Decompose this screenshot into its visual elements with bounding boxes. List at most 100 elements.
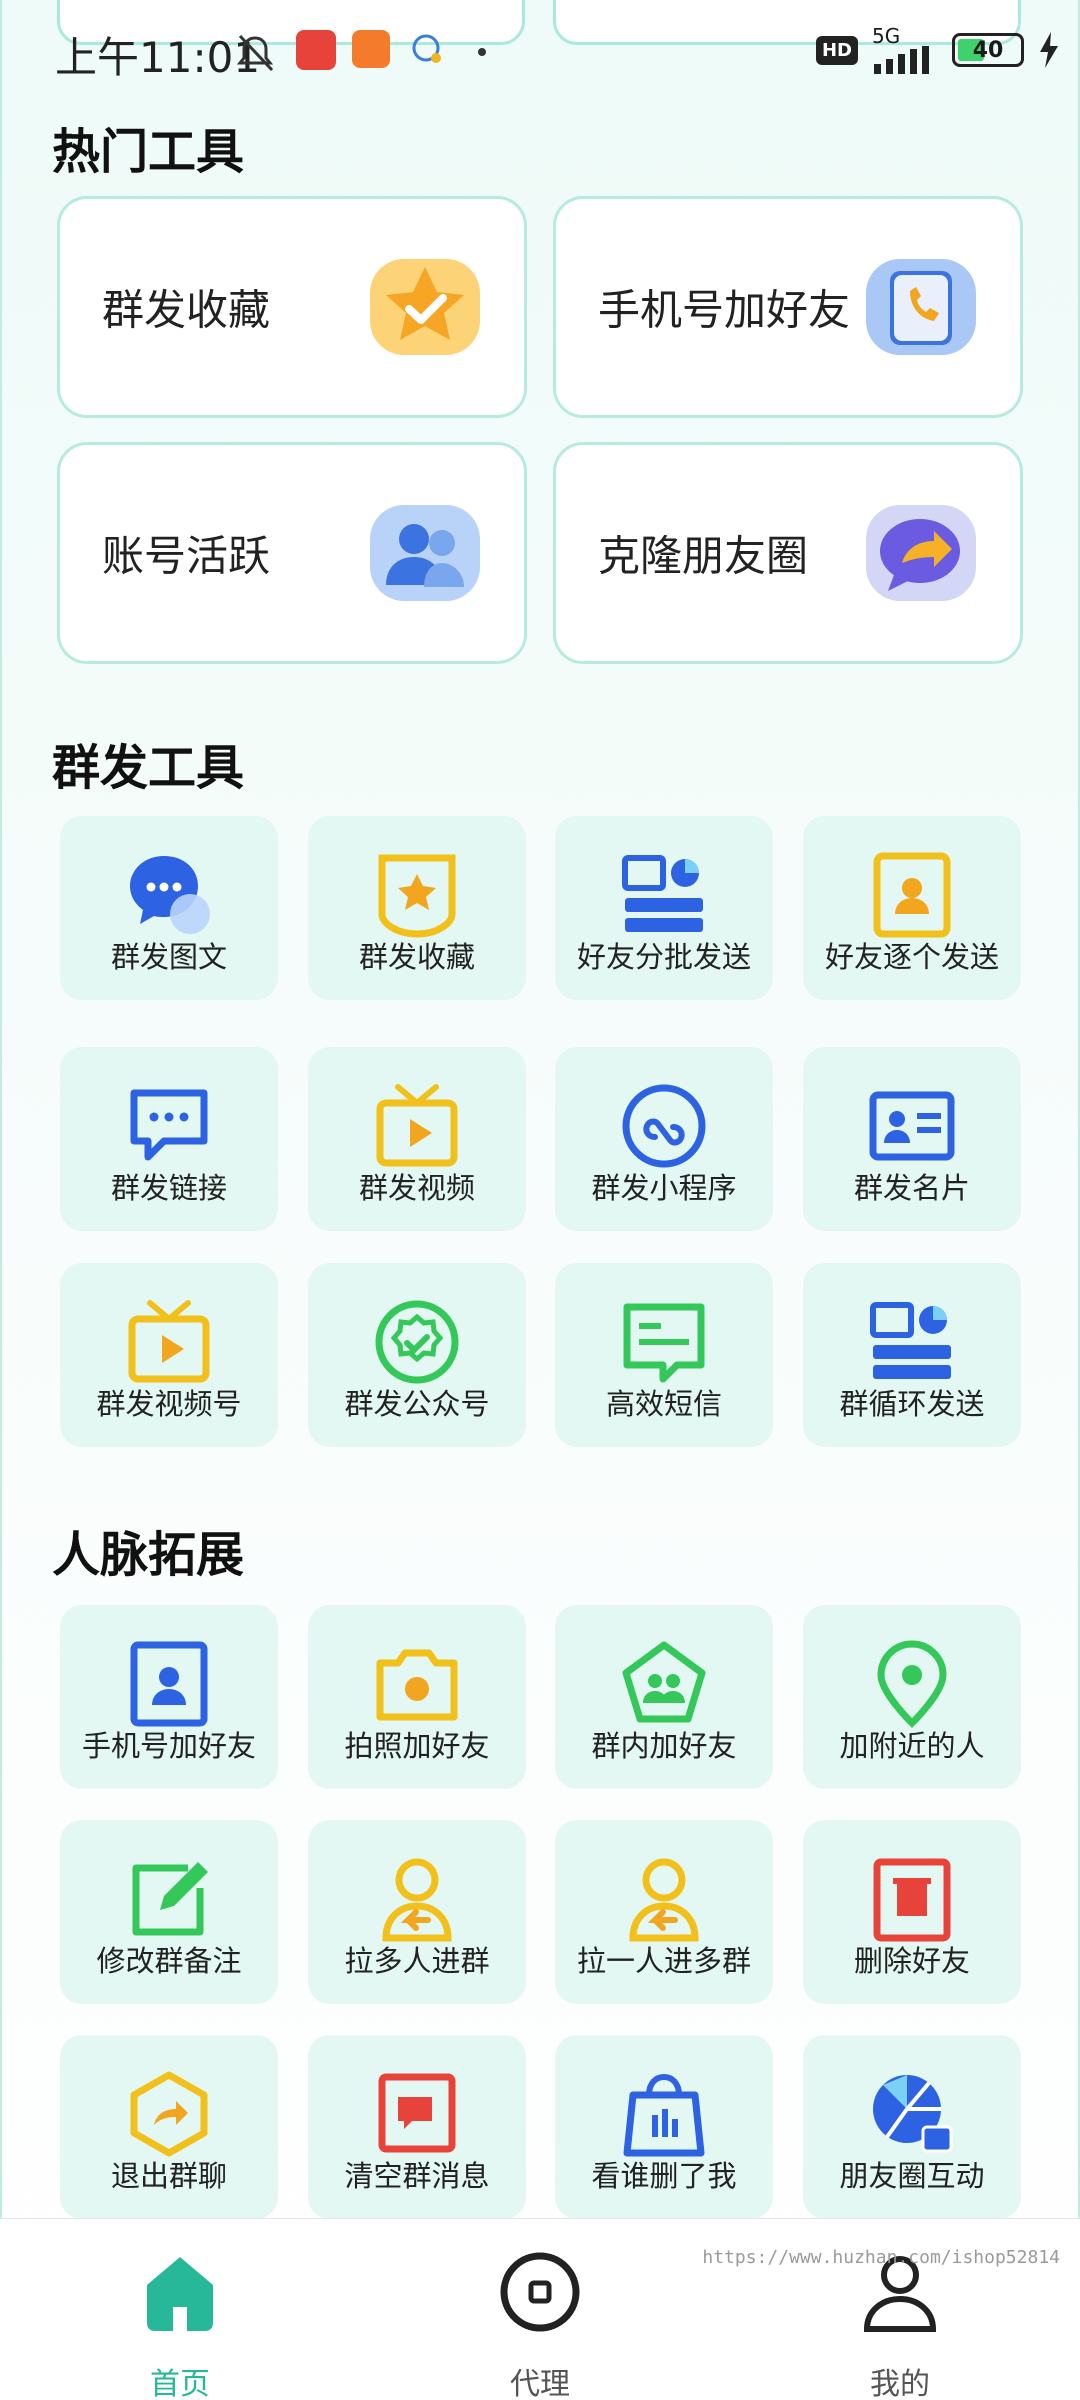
moments-icon [873, 2075, 953, 2153]
exit-hexagon-icon [130, 2071, 208, 2157]
tool-label: 群发视频号 [96, 1387, 242, 1421]
hot-tool-label: 群发收藏 [102, 285, 271, 335]
tool-mass-favorites[interactable]: 群发收藏 [308, 816, 526, 1000]
tool-label: 拉一人进多群 [576, 1944, 751, 1978]
tool-label: 群发名片 [853, 1171, 970, 1205]
hot-tool-account-active[interactable]: 账号活跃 [57, 442, 527, 664]
star-badge-icon [378, 854, 456, 938]
tool-group-add-friend[interactable]: 群内加好友 [555, 1605, 773, 1789]
tool-label: 高效短信 [605, 1387, 722, 1421]
agent-icon [500, 2252, 580, 2332]
hot-tool-label: 账号活跃 [102, 531, 271, 581]
tool-mass-official-account[interactable]: 群发公众号 [308, 1263, 526, 1447]
nav-label: 首页 [150, 2367, 210, 2400]
status-right: HD 5G 40 [815, 26, 1060, 74]
tool-label: 退出群聊 [110, 2159, 227, 2193]
more-dot-icon [478, 48, 486, 56]
bottom-nav: 首页 代理 我的 https://www.huzhan.com/ishop528… [0, 2218, 1080, 2400]
tool-mass-video[interactable]: 群发视频 [308, 1047, 526, 1231]
tool-delete-friend[interactable]: 删除好友 [803, 1820, 1021, 2004]
tool-label: 群发收藏 [358, 940, 475, 974]
trash-icon [873, 1858, 951, 1942]
tool-label: 群发公众号 [344, 1387, 490, 1421]
tool-label: 修改群备注 [96, 1944, 242, 1978]
camera-icon [376, 1649, 458, 1721]
tool-clear-group-messages[interactable]: 清空群消息 [308, 2035, 526, 2219]
tool-mass-mini-program[interactable]: 群发小程序 [555, 1047, 773, 1231]
tool-label: 拉多人进群 [344, 1944, 490, 1978]
chat-bubbles-icon [130, 856, 210, 934]
battery-indicator: 40 [952, 33, 1024, 67]
link-message-icon [130, 1089, 208, 1161]
sms-icon [623, 1303, 705, 1383]
tool-label: 手机号加好友 [81, 1729, 256, 1763]
chat-notification-icon [412, 34, 441, 63]
status-bar: 上午11:01 HD 5G 40 [0, 0, 1080, 110]
shopping-bag-icon [623, 2073, 705, 2157]
tool-label: 好友逐个发送 [824, 940, 999, 974]
section-title-hot-tools: 热门工具 [52, 124, 245, 180]
network-type: 5G [872, 24, 901, 48]
pull-one-icon [629, 1858, 699, 1942]
edit-icon [132, 1862, 208, 1936]
phone-book-icon [866, 259, 976, 355]
nav-home[interactable]: 首页 [80, 2247, 280, 2400]
hot-tool-label: 手机号加好友 [598, 285, 851, 335]
tool-photo-add-friend[interactable]: 拍照加好友 [308, 1605, 526, 1789]
app-notification-icon [296, 30, 336, 70]
tool-pull-many-into-group[interactable]: 拉多人进群 [308, 1820, 526, 2004]
loop-send-icon [870, 1302, 951, 1379]
nav-mine[interactable]: 我的 [800, 2247, 1000, 2400]
share-bubble-icon [866, 505, 976, 601]
tool-who-deleted-me[interactable]: 看谁删了我 [555, 2035, 773, 2219]
tool-group-loop-send[interactable]: 群循环发送 [803, 1263, 1021, 1447]
tool-pull-one-into-many[interactable]: 拉一人进多群 [555, 1820, 773, 2004]
hot-tool-clone-moments[interactable]: 克隆朋友圈 [553, 442, 1023, 664]
hd-badge: HD [815, 35, 858, 65]
mini-program-icon [622, 1084, 706, 1168]
group-pentagon-icon [622, 1641, 706, 1723]
watermark: https://www.huzhan.com/ishop52814 [702, 2247, 1060, 2268]
signal-bars-icon [874, 46, 929, 74]
tv-play-icon [376, 1084, 458, 1167]
batch-send-icon [622, 855, 703, 932]
nav-agent[interactable]: 代理 [440, 2247, 640, 2400]
signal-indicator: 5G [872, 26, 938, 74]
tool-batch-send[interactable]: 好友分批发送 [555, 816, 773, 1000]
tool-label: 群发小程序 [591, 1171, 737, 1205]
tool-phone-add-friend[interactable]: 手机号加好友 [60, 1605, 278, 1789]
hot-tool-mass-favorites[interactable]: 群发收藏 [57, 196, 527, 418]
tool-label: 清空群消息 [344, 2159, 490, 2193]
mi-store-icon [352, 30, 390, 68]
tool-label: 加附近的人 [839, 1729, 985, 1763]
star-icon [370, 259, 480, 355]
tool-mass-name-card[interactable]: 群发名片 [803, 1047, 1021, 1231]
tool-mass-image-text[interactable]: 群发图文 [60, 816, 278, 1000]
phone-contact-icon [130, 1641, 208, 1727]
charging-icon [1040, 32, 1058, 68]
tool-mass-video-channel[interactable]: 群发视频号 [60, 1263, 278, 1447]
status-time: 上午11:01 [55, 33, 261, 82]
tool-label: 朋友圈互动 [839, 2159, 985, 2193]
tool-label: 群发视频 [358, 1171, 475, 1205]
nav-label: 我的 [870, 2367, 930, 2400]
tool-mass-link[interactable]: 群发链接 [60, 1047, 278, 1231]
tool-efficient-sms[interactable]: 高效短信 [555, 1263, 773, 1447]
clear-chat-icon [378, 2073, 456, 2153]
tool-add-nearby[interactable]: 加附近的人 [803, 1605, 1021, 1789]
tool-edit-group-remark[interactable]: 修改群备注 [60, 1820, 278, 2004]
pull-many-icon [382, 1858, 452, 1942]
official-account-icon [375, 1300, 459, 1384]
tool-label: 群循环发送 [839, 1387, 985, 1421]
tool-label: 群发图文 [110, 940, 227, 974]
tool-moments-interaction[interactable]: 朋友圈互动 [803, 2035, 1021, 2219]
nav-label: 代理 [510, 2367, 570, 2400]
battery-level: 40 [972, 37, 1004, 63]
location-pin-icon [877, 1640, 947, 1728]
hot-tool-phone-add-friend[interactable]: 手机号加好友 [553, 196, 1023, 418]
tool-exit-group[interactable]: 退出群聊 [60, 2035, 278, 2219]
users-icon [370, 505, 480, 601]
contact-card-icon [873, 852, 951, 938]
tool-label: 好友分批发送 [576, 940, 751, 974]
tool-one-by-one-send[interactable]: 好友逐个发送 [803, 816, 1021, 1000]
